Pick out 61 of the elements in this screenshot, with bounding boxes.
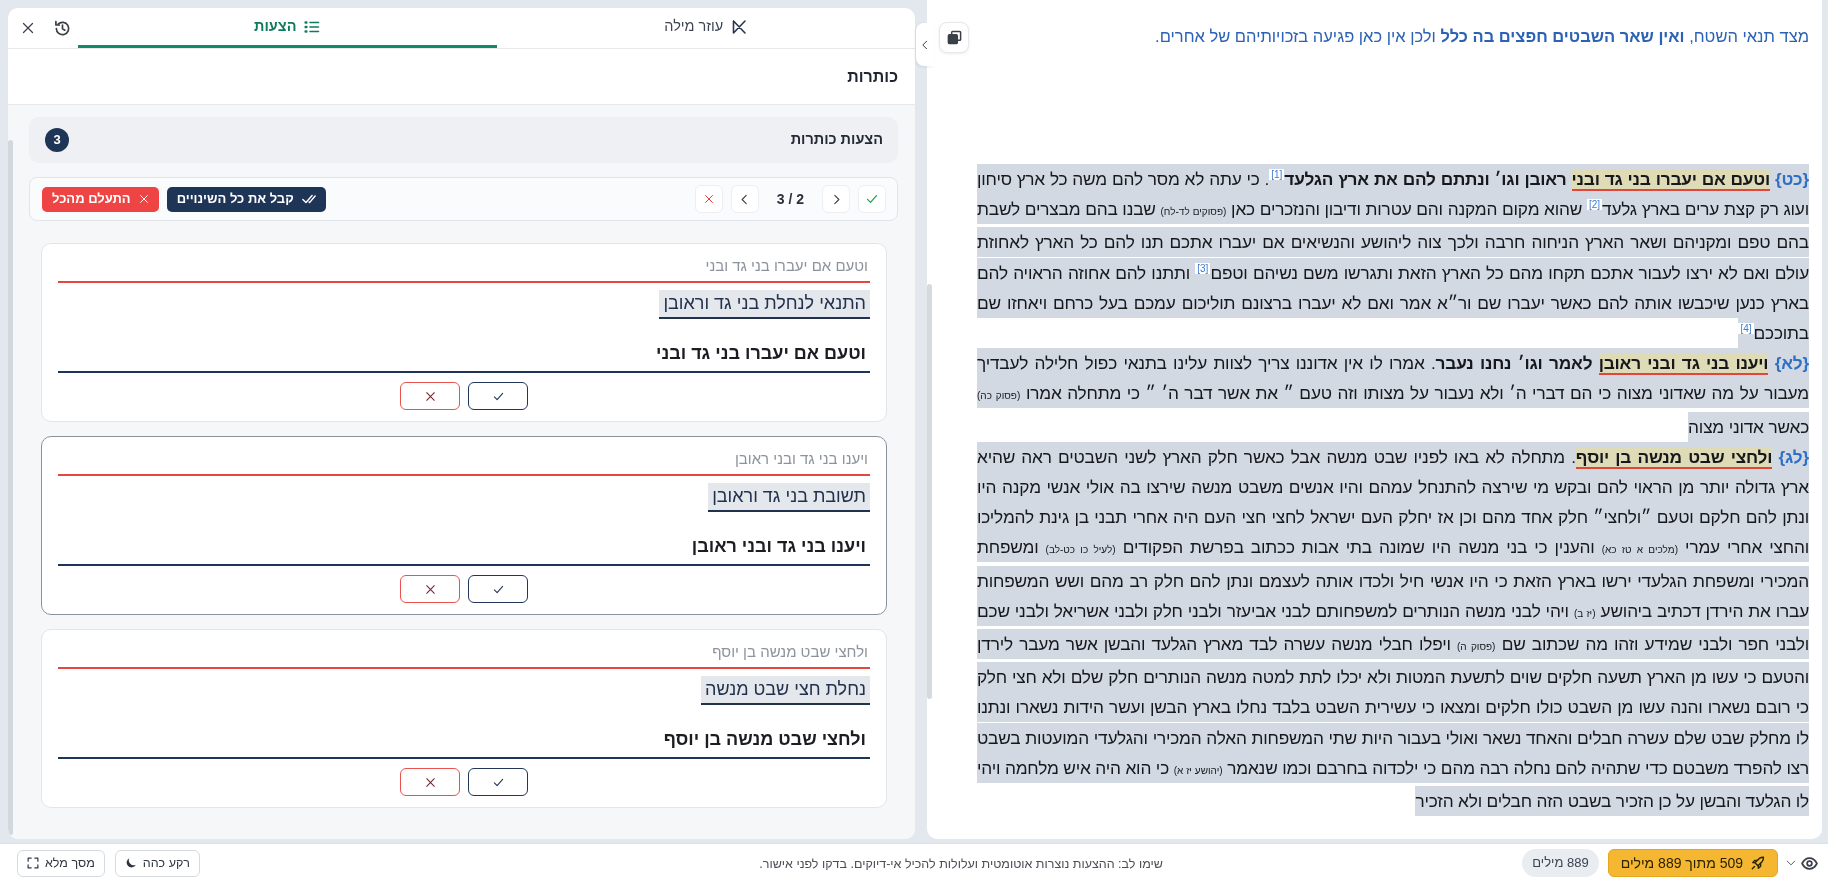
chevron-left-icon (920, 39, 930, 50)
reject-button[interactable] (400, 575, 460, 603)
accept-button[interactable] (468, 768, 528, 796)
accept-button[interactable] (468, 575, 528, 603)
fullscreen-icon (27, 857, 39, 869)
close-icon[interactable] (22, 22, 34, 34)
close-icon (138, 194, 149, 204)
check-icon (492, 776, 504, 788)
check-icon (492, 390, 504, 402)
reject-button[interactable] (400, 382, 460, 410)
section-title: כותרות (847, 66, 898, 87)
check-icon (866, 193, 878, 205)
suggested-title[interactable]: התנאי לנחלת בני גד וראובן (659, 290, 870, 319)
accept-all-button[interactable]: קבל את כל השינויים (166, 186, 326, 212)
notice-text: שימו לב: ההצעות נוצרות אוטומטית ועלולות להכיל אי-דיוקים. בדקו לפני אישור. (759, 857, 1163, 871)
list-icon (304, 18, 321, 35)
previous-button[interactable] (730, 185, 759, 213)
close-icon (424, 390, 436, 402)
word-progress-button[interactable]: 509 מתוך 889 מילים (1607, 849, 1778, 877)
next-button[interactable] (822, 185, 850, 213)
scrollbar-thumb[interactable] (927, 284, 932, 699)
close-icon (424, 583, 436, 595)
copy-button[interactable] (939, 22, 969, 53)
title-input[interactable]: ויענו בני גד ובני ראובן (58, 529, 870, 566)
rocket-icon (1751, 856, 1765, 870)
footnote-link[interactable]: [1] (1269, 169, 1285, 181)
original-title: ויענו בני גד ובני ראובן (733, 450, 869, 467)
copy-icon (946, 30, 962, 45)
footnote-link[interactable]: [2] (1587, 199, 1603, 211)
section-header-title: הצעות כותרות (790, 130, 883, 150)
suggested-title[interactable]: תשובת בני גד וראובן (708, 483, 870, 512)
eye-icon[interactable] (1801, 854, 1818, 872)
accept-button[interactable] (468, 382, 528, 410)
tab[interactable]: עוזר מילה (496, 8, 915, 48)
suggested-title[interactable]: נחלת חצי שבט מנשה (701, 676, 870, 705)
dark-mode-button[interactable]: רקע כהה (114, 849, 200, 877)
title-input[interactable]: ולחצי שבט מנשה בן יוסף (58, 722, 870, 759)
count-badge: 3 (45, 128, 69, 152)
footnote-link[interactable]: [3] (1195, 262, 1211, 274)
reject-all-button[interactable]: התעלם מהכל (42, 186, 159, 212)
commentary-paragraph: {לג} ולחצי שבט מנשה בן יוסף. מתחלה לא באו לפניו שבט מנשה אבל כאשר חלק הארץ לשני השבטים ראה שהיא ארץ גדולה יותר מן הראוי להם ובקש מי שירצה להתנחל עמהם והיו אנשים משבט מנשה שירצו בה אולי אנשי מקנה היו ונתן להם חלקם וטעם ״ולחצי״ חלק אחד מהם וכן אז יחלק העם ישראל לחצי חצי העם היה אחרי תבני בן גינת להמליכו והחצי אחרי עמרי (מלכים א טז כא) והענין כי בני מנשה היו שמונה בתי אבות ככתוב בפרשת הפקודים (לעיל כו כט-לב) ומשפחת המכירי ומשפחת הגלעדי ירשו בארץ הזאת כי היו אנשי חיל ולכדו אותה לעצמם ונתן להם חלק רב מהם ושש המשפחות עברו את הירדן דכתיב ביהושע (יז ב) ויהי לבני מנשה הנותרים למשפחותם לבני אביעזר ולבני חלק ולבני אשריאל ולבני שכם ולבני חפר ולבני שמידע וזהו מה שכתוב שם (פסוק ה) ויפלו חבלי מנשה עשרה לבד מארץ הגלעד והבשן אשר מעבר לירדן והטעם כי עשו מן הארץ תשעה חלקים שוים לתשעת המטות ולא יכלו לתת למטה מנשה הנותרים חלק שלם ולא חצי חלק כי רובם נשארו והנה עשו מן השבט כולו חלקים ומצאו כי עשירית השבט בלבד נחלו בארץ הבשן ועשר הידות נשארו ונתנו לו מחלק שבט שלם עשרה חבלים והאחד נשאר ואולי בעבור היות שתי המשפחות האלה המכירי והגלעדי המועטות בשבט רצו להפרד משבטם כדי שתהיה להם נחלה רבה מהם כי ילכדוה בחרבם וכמו שנאמר (יהושע יז א) כי הוא היה איש מלחמה ויהי לו הגלעד והבשן על כן הזכיר בשבט הזה חבלים ולא הזכיר (977, 441, 1809, 817)
moon-icon (124, 857, 137, 869)
reject-button[interactable] (400, 768, 460, 796)
bowtie-icon (731, 18, 748, 35)
history-icon[interactable] (54, 19, 71, 37)
original-title: ולחצי שבט מנשה בן יוסף (711, 643, 869, 660)
word-count-badge: 889 מילים (1522, 849, 1599, 877)
double-check-icon (301, 192, 316, 206)
chevron-down-icon[interactable] (1786, 858, 1796, 868)
check-icon (492, 583, 504, 595)
fullscreen-button[interactable]: מסך מלא (17, 849, 105, 877)
close-icon (703, 194, 714, 204)
close-icon (424, 776, 436, 788)
footnote-link[interactable]: [4] (1738, 323, 1754, 335)
tab[interactable]: הצעות (78, 8, 497, 48)
title-input[interactable]: וטעם אם יעברו בני גד ובני (58, 336, 870, 373)
original-title: וטעם אם יעברו בני גד ובני (704, 257, 869, 274)
position-counter: 2 / 3 (776, 189, 804, 209)
scrollbar-thumb[interactable] (8, 140, 13, 835)
explanation-paragraph: מצד תנאי השטח, ואין שאר השבטים חפצים בה כלל ולכן אין כאן פגיעה בזכויותיהם של אחרים. (1154, 26, 1809, 47)
commentary-paragraph: {לא} ויענו בני גד ובני ראובן לאמר וגו׳ נחנו נעבר. אמרו לו אין אדוננו צריך לצוות עלינו בתנאי כפול חלילה לעבדיך מעבור על מה שאדוני מצוה כי הם דברי ה׳ ולא נעבור על מצותו וזה טעם ״ את אשר דבר ה׳ ״ כי מתחלה אמרו (פסוק כה) כאשר אדוני מצוה (977, 348, 1809, 442)
